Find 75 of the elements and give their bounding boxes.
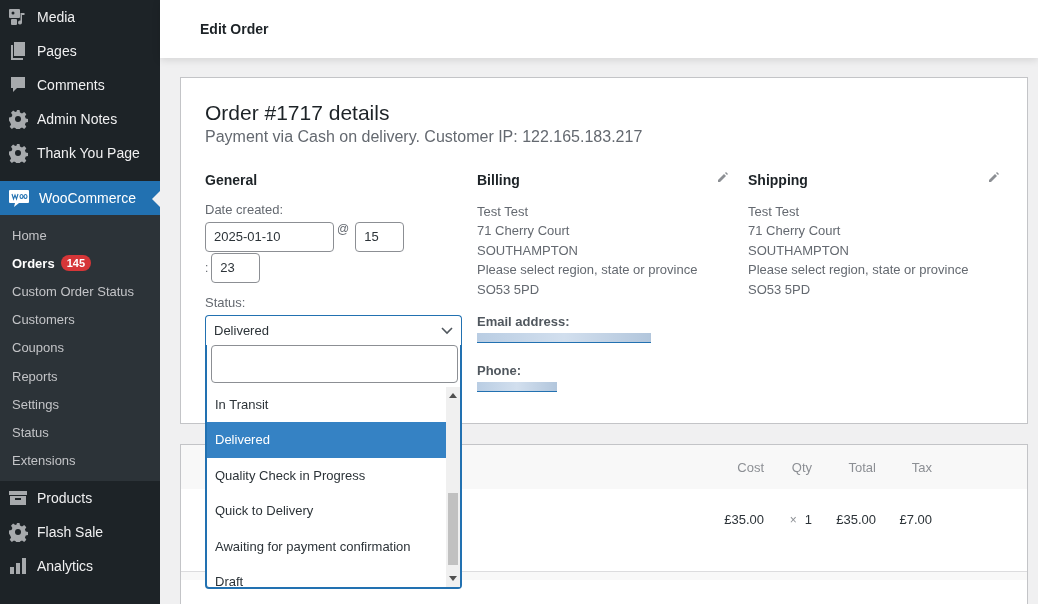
submenu-item[interactable]: Customers [0, 305, 160, 334]
scroll-down-arrow-icon[interactable] [449, 575, 457, 581]
menu-item[interactable]: Comments [0, 68, 160, 102]
payment-info: Payment via Cash on delivery. Customer IP: 122.165.183.217 [205, 127, 644, 146]
address-line: 71 Cherry Court [477, 222, 570, 241]
dropdown-option[interactable]: Quality Check in Progress [207, 457, 446, 494]
submenu-item[interactable]: Coupons [0, 333, 160, 362]
address-line: Test Test [477, 202, 529, 221]
scrollbar[interactable] [446, 386, 460, 587]
column-header: Qty [790, 459, 812, 475]
address-line: Please select region, state or province [477, 261, 698, 280]
speech-bubble-icon [8, 188, 30, 208]
column-header: Tax [910, 459, 932, 475]
address-line: SOUTHAMPTON [748, 241, 849, 260]
search-field[interactable] [211, 344, 458, 383]
section-heading: Shipping [748, 171, 808, 188]
section-heading: General [205, 171, 259, 188]
gear-icon [8, 143, 28, 163]
menu-item[interactable]: Flash Sale [0, 514, 160, 549]
date-field[interactable]: 2025-01-10 [205, 221, 334, 252]
dropdown-option[interactable]: Draft [207, 564, 446, 587]
submenu-item[interactable]: Status [0, 418, 160, 447]
table-cell: 1 [804, 511, 812, 527]
column-header: Total [847, 459, 876, 475]
table-cell-text: £35.00 [723, 511, 764, 527]
field-label: Email address: [477, 313, 570, 329]
table-cell-text: £7.00 [898, 511, 932, 527]
comment-icon [8, 75, 28, 95]
submenu-item[interactable]: Orders 145 [0, 249, 160, 278]
menu-item[interactable]: WooCommerce [0, 181, 160, 215]
field-label: Status: [205, 294, 247, 310]
scroll-up-arrow-icon[interactable] [449, 392, 457, 398]
submenu-item[interactable]: Home [0, 221, 160, 250]
section-heading: Billing [477, 171, 520, 188]
colon-symbol: : [205, 260, 209, 275]
submenu-item[interactable]: Settings [0, 390, 160, 419]
dropdown-option[interactable]: In Transit [207, 386, 446, 423]
count-badge: 145 [60, 255, 91, 272]
submenu-item[interactable]: Reports [0, 361, 160, 391]
pencil-icon[interactable] [988, 171, 999, 183]
dropdown-option[interactable]: Delivered [207, 422, 446, 458]
address-line: Test Test [748, 202, 800, 221]
media-icon [8, 7, 28, 27]
menu-item[interactable]: Pages [0, 34, 160, 68]
field-label: Date created: [205, 201, 285, 217]
submenu-item[interactable]: Extensions [0, 446, 160, 475]
page-title: Edit Order [199, 20, 270, 37]
address-line: Please select region, state or province [748, 261, 969, 280]
menu-item[interactable]: Analytics [0, 548, 160, 583]
dropdown-option[interactable]: Awaiting for payment confirmation [207, 528, 446, 565]
chevron-down-icon [441, 326, 453, 335]
minute-field[interactable]: 23 [211, 252, 261, 283]
status-dropdown[interactable]: Delivered [205, 314, 462, 346]
pages-icon [8, 41, 28, 61]
menu-item[interactable]: Admin Notes [0, 102, 160, 136]
menu-item[interactable]: Media [0, 0, 160, 34]
menu-item[interactable]: Products [0, 480, 160, 515]
submenu-item[interactable]: Custom Order Status [0, 277, 160, 306]
bar-chart-icon [8, 555, 28, 576]
times-symbol: × [789, 512, 797, 527]
address-line: 71 Cherry Court [748, 222, 841, 241]
at-symbol: @ [337, 221, 350, 236]
address-line: SO53 5PD [477, 280, 540, 299]
field-label: Phone: [477, 362, 522, 378]
order-title: Order #1717 details [205, 100, 391, 125]
address-line: SO53 5PD [748, 280, 811, 299]
gear-icon [8, 109, 28, 129]
address-line: SOUTHAMPTON [477, 241, 578, 260]
dropdown-option[interactable]: Quick to Delivery [207, 493, 446, 529]
pencil-icon[interactable] [717, 171, 728, 183]
menu-item[interactable]: Thank You Page [0, 136, 160, 170]
table-cell-text: £35.00 [835, 511, 876, 527]
column-header: Cost [736, 459, 764, 475]
gear-icon [8, 521, 28, 542]
hour-field[interactable]: 15 [355, 221, 405, 252]
